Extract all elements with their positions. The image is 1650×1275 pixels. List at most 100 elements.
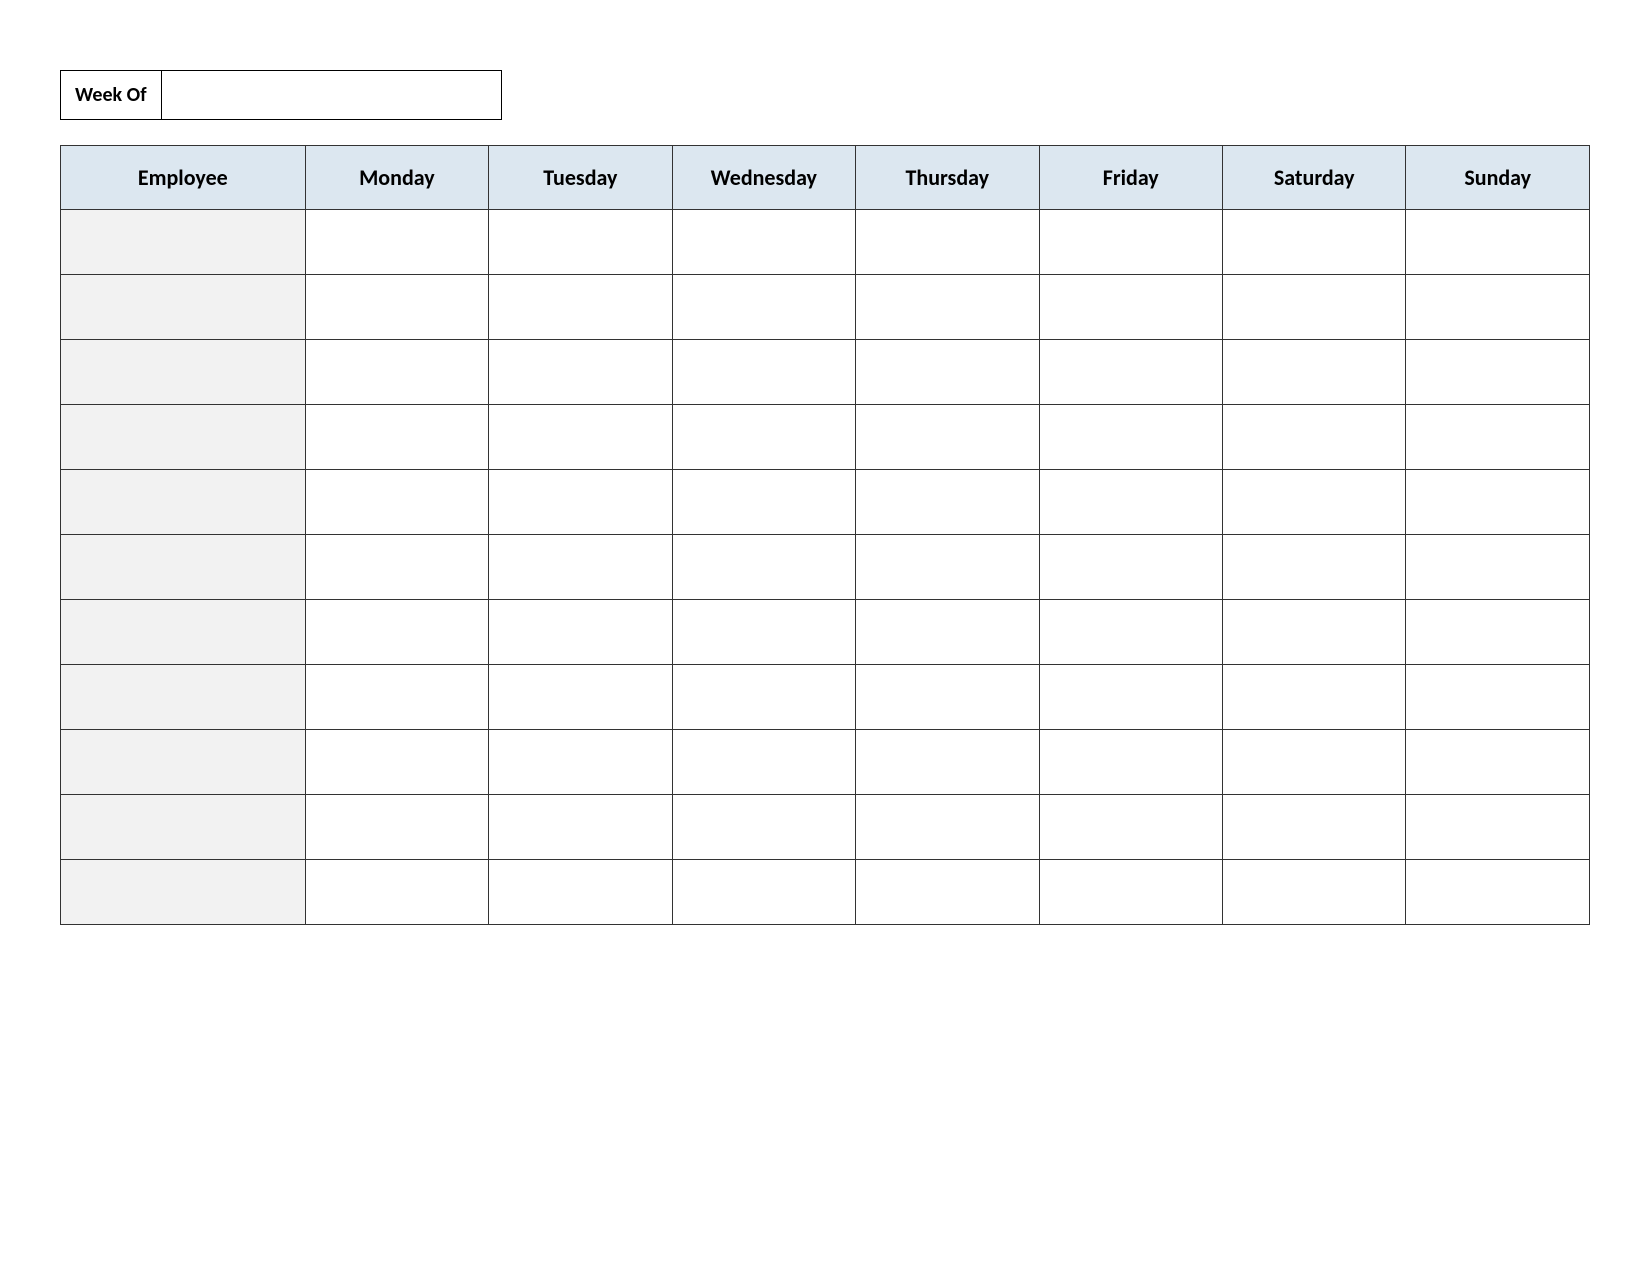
schedule-cell[interactable] bbox=[1039, 600, 1222, 665]
schedule-cell[interactable] bbox=[1222, 470, 1405, 535]
employee-cell[interactable] bbox=[61, 275, 306, 340]
schedule-cell[interactable] bbox=[305, 275, 488, 340]
schedule-cell[interactable] bbox=[1039, 210, 1222, 275]
schedule-cell[interactable] bbox=[1406, 470, 1590, 535]
schedule-cell[interactable] bbox=[672, 470, 855, 535]
day-header-saturday: Saturday bbox=[1222, 146, 1405, 210]
employee-cell[interactable] bbox=[61, 600, 306, 665]
schedule-cell[interactable] bbox=[1406, 730, 1590, 795]
schedule-cell[interactable] bbox=[672, 730, 855, 795]
schedule-cell[interactable] bbox=[489, 210, 672, 275]
table-row bbox=[61, 535, 1590, 600]
schedule-cell[interactable] bbox=[1039, 405, 1222, 470]
schedule-cell[interactable] bbox=[856, 405, 1039, 470]
day-header-tuesday: Tuesday bbox=[489, 146, 672, 210]
day-header-sunday: Sunday bbox=[1406, 146, 1590, 210]
employee-cell[interactable] bbox=[61, 340, 306, 405]
table-row bbox=[61, 405, 1590, 470]
schedule-cell[interactable] bbox=[305, 860, 488, 925]
schedule-cell[interactable] bbox=[672, 600, 855, 665]
employee-cell[interactable] bbox=[61, 470, 306, 535]
employee-cell[interactable] bbox=[61, 405, 306, 470]
schedule-cell[interactable] bbox=[1406, 405, 1590, 470]
schedule-cell[interactable] bbox=[1039, 795, 1222, 860]
schedule-cell[interactable] bbox=[856, 275, 1039, 340]
schedule-cell[interactable] bbox=[1039, 860, 1222, 925]
schedule-cell[interactable] bbox=[305, 795, 488, 860]
schedule-cell[interactable] bbox=[672, 275, 855, 340]
schedule-cell[interactable] bbox=[1039, 665, 1222, 730]
schedule-cell[interactable] bbox=[672, 210, 855, 275]
schedule-cell[interactable] bbox=[1222, 600, 1405, 665]
schedule-cell[interactable] bbox=[856, 340, 1039, 405]
schedule-cell[interactable] bbox=[1406, 600, 1590, 665]
schedule-cell[interactable] bbox=[1406, 535, 1590, 600]
schedule-cell[interactable] bbox=[1406, 275, 1590, 340]
schedule-cell[interactable] bbox=[1039, 275, 1222, 340]
schedule-cell[interactable] bbox=[489, 600, 672, 665]
schedule-cell[interactable] bbox=[305, 535, 488, 600]
schedule-cell[interactable] bbox=[856, 730, 1039, 795]
schedule-cell[interactable] bbox=[1039, 730, 1222, 795]
schedule-cell[interactable] bbox=[1222, 665, 1405, 730]
schedule-cell[interactable] bbox=[672, 665, 855, 730]
table-row bbox=[61, 275, 1590, 340]
schedule-cell[interactable] bbox=[672, 860, 855, 925]
schedule-cell[interactable] bbox=[1222, 210, 1405, 275]
schedule-cell[interactable] bbox=[856, 210, 1039, 275]
employee-cell[interactable] bbox=[61, 860, 306, 925]
schedule-cell[interactable] bbox=[305, 600, 488, 665]
schedule-cell[interactable] bbox=[489, 860, 672, 925]
schedule-cell[interactable] bbox=[1039, 340, 1222, 405]
schedule-cell[interactable] bbox=[1222, 730, 1405, 795]
schedule-cell[interactable] bbox=[489, 275, 672, 340]
employee-cell[interactable] bbox=[61, 730, 306, 795]
schedule-cell[interactable] bbox=[1406, 210, 1590, 275]
schedule-cell[interactable] bbox=[305, 730, 488, 795]
table-row bbox=[61, 210, 1590, 275]
schedule-cell[interactable] bbox=[1406, 795, 1590, 860]
schedule-cell[interactable] bbox=[856, 860, 1039, 925]
schedule-table: Employee Monday Tuesday Wednesday Thursd… bbox=[60, 145, 1590, 925]
schedule-cell[interactable] bbox=[305, 470, 488, 535]
schedule-cell[interactable] bbox=[1406, 860, 1590, 925]
employee-cell[interactable] bbox=[61, 535, 306, 600]
schedule-cell[interactable] bbox=[305, 340, 488, 405]
schedule-cell[interactable] bbox=[856, 665, 1039, 730]
employee-cell[interactable] bbox=[61, 795, 306, 860]
schedule-cell[interactable] bbox=[489, 665, 672, 730]
schedule-cell[interactable] bbox=[1222, 405, 1405, 470]
schedule-cell[interactable] bbox=[856, 600, 1039, 665]
schedule-cell[interactable] bbox=[1222, 795, 1405, 860]
schedule-cell[interactable] bbox=[1039, 535, 1222, 600]
schedule-cell[interactable] bbox=[489, 470, 672, 535]
week-of-label: Week Of bbox=[60, 70, 162, 120]
schedule-cell[interactable] bbox=[305, 665, 488, 730]
day-header-thursday: Thursday bbox=[856, 146, 1039, 210]
schedule-cell[interactable] bbox=[672, 535, 855, 600]
week-of-input[interactable] bbox=[162, 70, 502, 120]
schedule-cell[interactable] bbox=[856, 470, 1039, 535]
schedule-cell[interactable] bbox=[1406, 340, 1590, 405]
schedule-cell[interactable] bbox=[672, 405, 855, 470]
schedule-cell[interactable] bbox=[1222, 860, 1405, 925]
schedule-cell[interactable] bbox=[672, 795, 855, 860]
schedule-cell[interactable] bbox=[1222, 275, 1405, 340]
schedule-cell[interactable] bbox=[1222, 535, 1405, 600]
schedule-cell[interactable] bbox=[305, 405, 488, 470]
schedule-cell[interactable] bbox=[672, 340, 855, 405]
schedule-cell[interactable] bbox=[1039, 470, 1222, 535]
schedule-cell[interactable] bbox=[489, 340, 672, 405]
schedule-cell[interactable] bbox=[489, 730, 672, 795]
week-of-container: Week Of bbox=[60, 70, 1590, 120]
schedule-cell[interactable] bbox=[489, 405, 672, 470]
schedule-cell[interactable] bbox=[305, 210, 488, 275]
schedule-cell[interactable] bbox=[856, 795, 1039, 860]
employee-cell[interactable] bbox=[61, 210, 306, 275]
schedule-cell[interactable] bbox=[489, 535, 672, 600]
schedule-cell[interactable] bbox=[1406, 665, 1590, 730]
schedule-cell[interactable] bbox=[856, 535, 1039, 600]
schedule-cell[interactable] bbox=[489, 795, 672, 860]
employee-cell[interactable] bbox=[61, 665, 306, 730]
schedule-cell[interactable] bbox=[1222, 340, 1405, 405]
